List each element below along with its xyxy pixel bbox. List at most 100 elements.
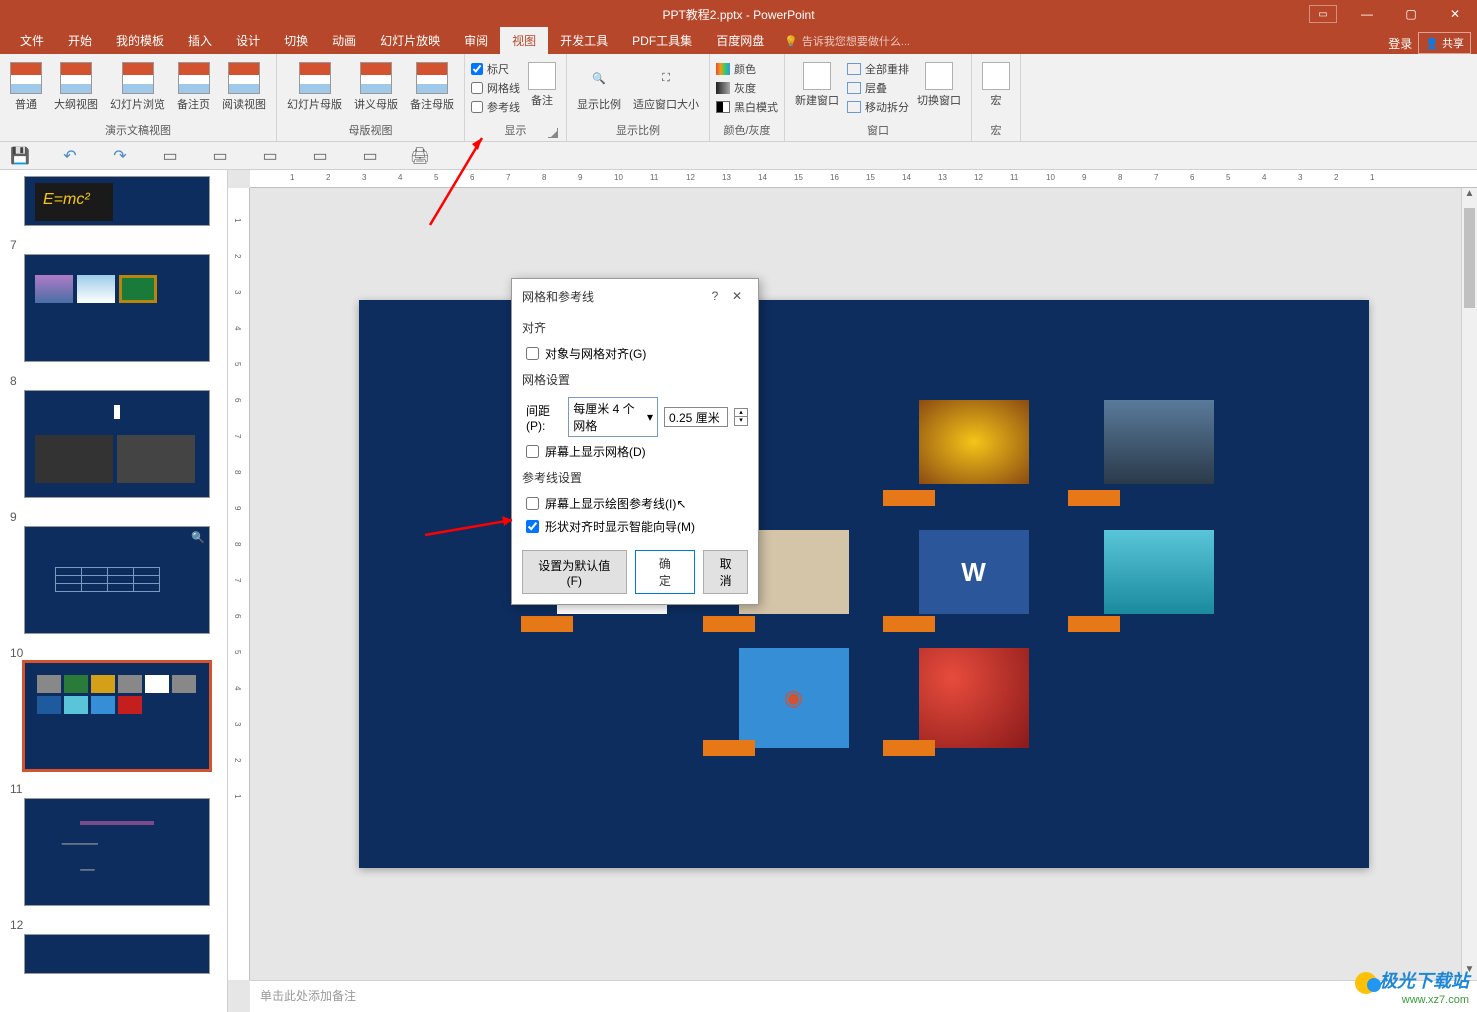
slide-caption-10[interactable] [883,740,935,756]
tab-home[interactable]: 开始 [56,27,104,54]
macros-button[interactable]: 宏 [978,58,1014,112]
color-button[interactable]: 颜色 [716,60,778,78]
tab-review[interactable]: 审阅 [452,27,500,54]
slide-thumb-6-partial[interactable]: E=mc² [10,176,217,226]
slide-image-8[interactable] [1104,530,1214,614]
spin-up[interactable]: ▴ [735,409,747,417]
show-grid-checkbox[interactable]: 屏幕上显示网格(D) [526,440,748,463]
slide-image-4[interactable] [1104,400,1214,484]
smart-guides-checkbox[interactable]: 形状对齐时显示智能向导(M) [526,515,748,538]
show-guides-checkbox[interactable]: 屏幕上显示绘图参考线(I)↖ [526,492,748,515]
slide-image-10[interactable] [919,648,1029,748]
slide-master-button[interactable]: 幻灯片母版 [283,58,346,116]
watermark-icon [1355,972,1377,994]
spacing-value-input[interactable] [664,407,728,427]
spacing-select[interactable]: 每厘米 4 个网格▾ [568,397,658,437]
slide-caption-4[interactable] [1068,490,1120,506]
slide-content[interactable]: XX 摄 W ◉ [359,300,1369,868]
bw-button[interactable]: 黑白模式 [716,98,778,116]
show-dialog-launcher[interactable] [548,128,558,138]
slide-thumb-11[interactable]: 11 ━━━━━━━━━━━━━━ [10,782,217,906]
reading-view-button[interactable]: 阅读视图 [218,58,270,116]
cancel-button[interactable]: 取消 [703,550,748,594]
qat-button-8[interactable]: ▭ [360,146,380,166]
qat-button-5[interactable]: ▭ [210,146,230,166]
minimize-button[interactable]: — [1345,0,1389,28]
slide-thumb-8[interactable]: 8 [10,374,217,498]
tab-animation[interactable]: 动画 [320,27,368,54]
slide-sorter-button[interactable]: 幻灯片浏览 [106,58,169,116]
handout-master-button[interactable]: 讲义母版 [350,58,402,116]
notes-button[interactable]: 备注 [524,58,560,112]
tab-pdf[interactable]: PDF工具集 [620,27,704,54]
qat-button-4[interactable]: ▭ [160,146,180,166]
undo-button[interactable]: ↶ [60,146,80,166]
dialog-close-button[interactable]: ✕ [726,287,748,305]
slide-thumb-9[interactable]: 9 🔍 [10,510,217,634]
tell-me-input[interactable]: 💡告诉我您想要做什么... [776,28,918,54]
scroll-thumb[interactable] [1464,208,1475,308]
notes-placeholder[interactable]: 单击此处添加备注 [250,980,1477,1012]
canvas-area: 1234567891011121314151615141312111098765… [228,170,1477,1012]
slide-image-9[interactable]: ◉ [739,648,849,748]
slide-canvas[interactable]: XX 摄 W ◉ [250,188,1477,980]
zoom-button[interactable]: 🔍显示比例 [573,58,625,116]
slide-thumb-10[interactable]: 10 * [10,646,217,770]
qat-print-button[interactable]: 🖨 [410,146,430,166]
tab-template[interactable]: 我的模板 [104,27,176,54]
slide-caption-8[interactable] [1068,616,1120,632]
align-to-grid-checkbox[interactable]: 对象与网格对齐(G) [526,342,748,365]
dialog-help-button[interactable]: ? [704,287,726,305]
tab-baidu[interactable]: 百度网盘 [704,27,776,54]
spacing-spinner[interactable]: ▴▾ [734,408,748,426]
tab-transition[interactable]: 切换 [272,27,320,54]
slide-caption-9[interactable] [703,740,755,756]
vertical-ruler[interactable]: 12345678987654321 [228,188,250,980]
cascade-button[interactable]: 层叠 [847,79,909,97]
slide-thumb-7[interactable]: 7 [10,238,217,362]
slide-thumbnail-panel[interactable]: E=mc² 7 8 9 🔍 10 * 11 ━━━━━━━━━━━━━━ 12 [0,170,228,1012]
spin-down[interactable]: ▾ [735,417,747,425]
slide-caption-5[interactable] [521,616,573,632]
gridlines-checkbox[interactable]: 网格线 [471,79,520,97]
share-button[interactable]: 👤共享 [1418,32,1471,54]
guides-checkbox[interactable]: 参考线 [471,98,520,116]
qat-button-7[interactable]: ▭ [310,146,330,166]
login-link[interactable]: 登录 [1388,35,1412,52]
new-window-button[interactable]: 新建窗口 [791,58,843,112]
ribbon-display-options[interactable]: ▭ [1309,5,1337,23]
close-button[interactable]: ✕ [1433,0,1477,28]
tab-view[interactable]: 视图 [500,27,548,54]
tab-file[interactable]: 文件 [8,27,56,54]
scroll-up-arrow[interactable]: ▲ [1462,188,1477,204]
slide-image-3[interactable] [919,400,1029,484]
vertical-scrollbar[interactable]: ▲ ▼ [1461,188,1477,980]
slide-image-7[interactable]: W [919,530,1029,614]
outline-view-button[interactable]: 大纲视图 [50,58,102,116]
ok-button[interactable]: 确定 [635,550,696,594]
redo-button[interactable]: ↷ [110,146,130,166]
slide-caption-3[interactable] [883,490,935,506]
qat-button-6[interactable]: ▭ [260,146,280,166]
switch-window-button[interactable]: 切换窗口 [913,58,965,112]
tab-insert[interactable]: 插入 [176,27,224,54]
save-button[interactable]: 💾 [10,146,30,166]
horizontal-ruler[interactable]: 1234567891011121314151615141312111098765… [250,170,1477,188]
arrange-all-button[interactable]: 全部重排 [847,60,909,78]
grayscale-button[interactable]: 灰度 [716,79,778,97]
fit-window-button[interactable]: ⛶适应窗口大小 [629,58,703,116]
set-default-button[interactable]: 设置为默认值(F) [522,550,627,594]
ruler-checkbox[interactable]: 标尺 [471,60,520,78]
tab-developer[interactable]: 开发工具 [548,27,620,54]
notes-page-button[interactable]: 备注页 [173,58,214,116]
tab-design[interactable]: 设计 [224,27,272,54]
slide-caption-6[interactable] [703,616,755,632]
normal-view-button[interactable]: 普通 [6,58,46,116]
dialog-titlebar[interactable]: 网格和参考线 ? ✕ [512,279,758,313]
slide-caption-7[interactable] [883,616,935,632]
notes-master-button[interactable]: 备注母版 [406,58,458,116]
slide-thumb-12[interactable]: 12 [10,918,217,974]
move-split-button[interactable]: 移动拆分 [847,98,909,116]
tab-slideshow[interactable]: 幻灯片放映 [368,27,452,54]
maximize-button[interactable]: ▢ [1389,0,1433,28]
